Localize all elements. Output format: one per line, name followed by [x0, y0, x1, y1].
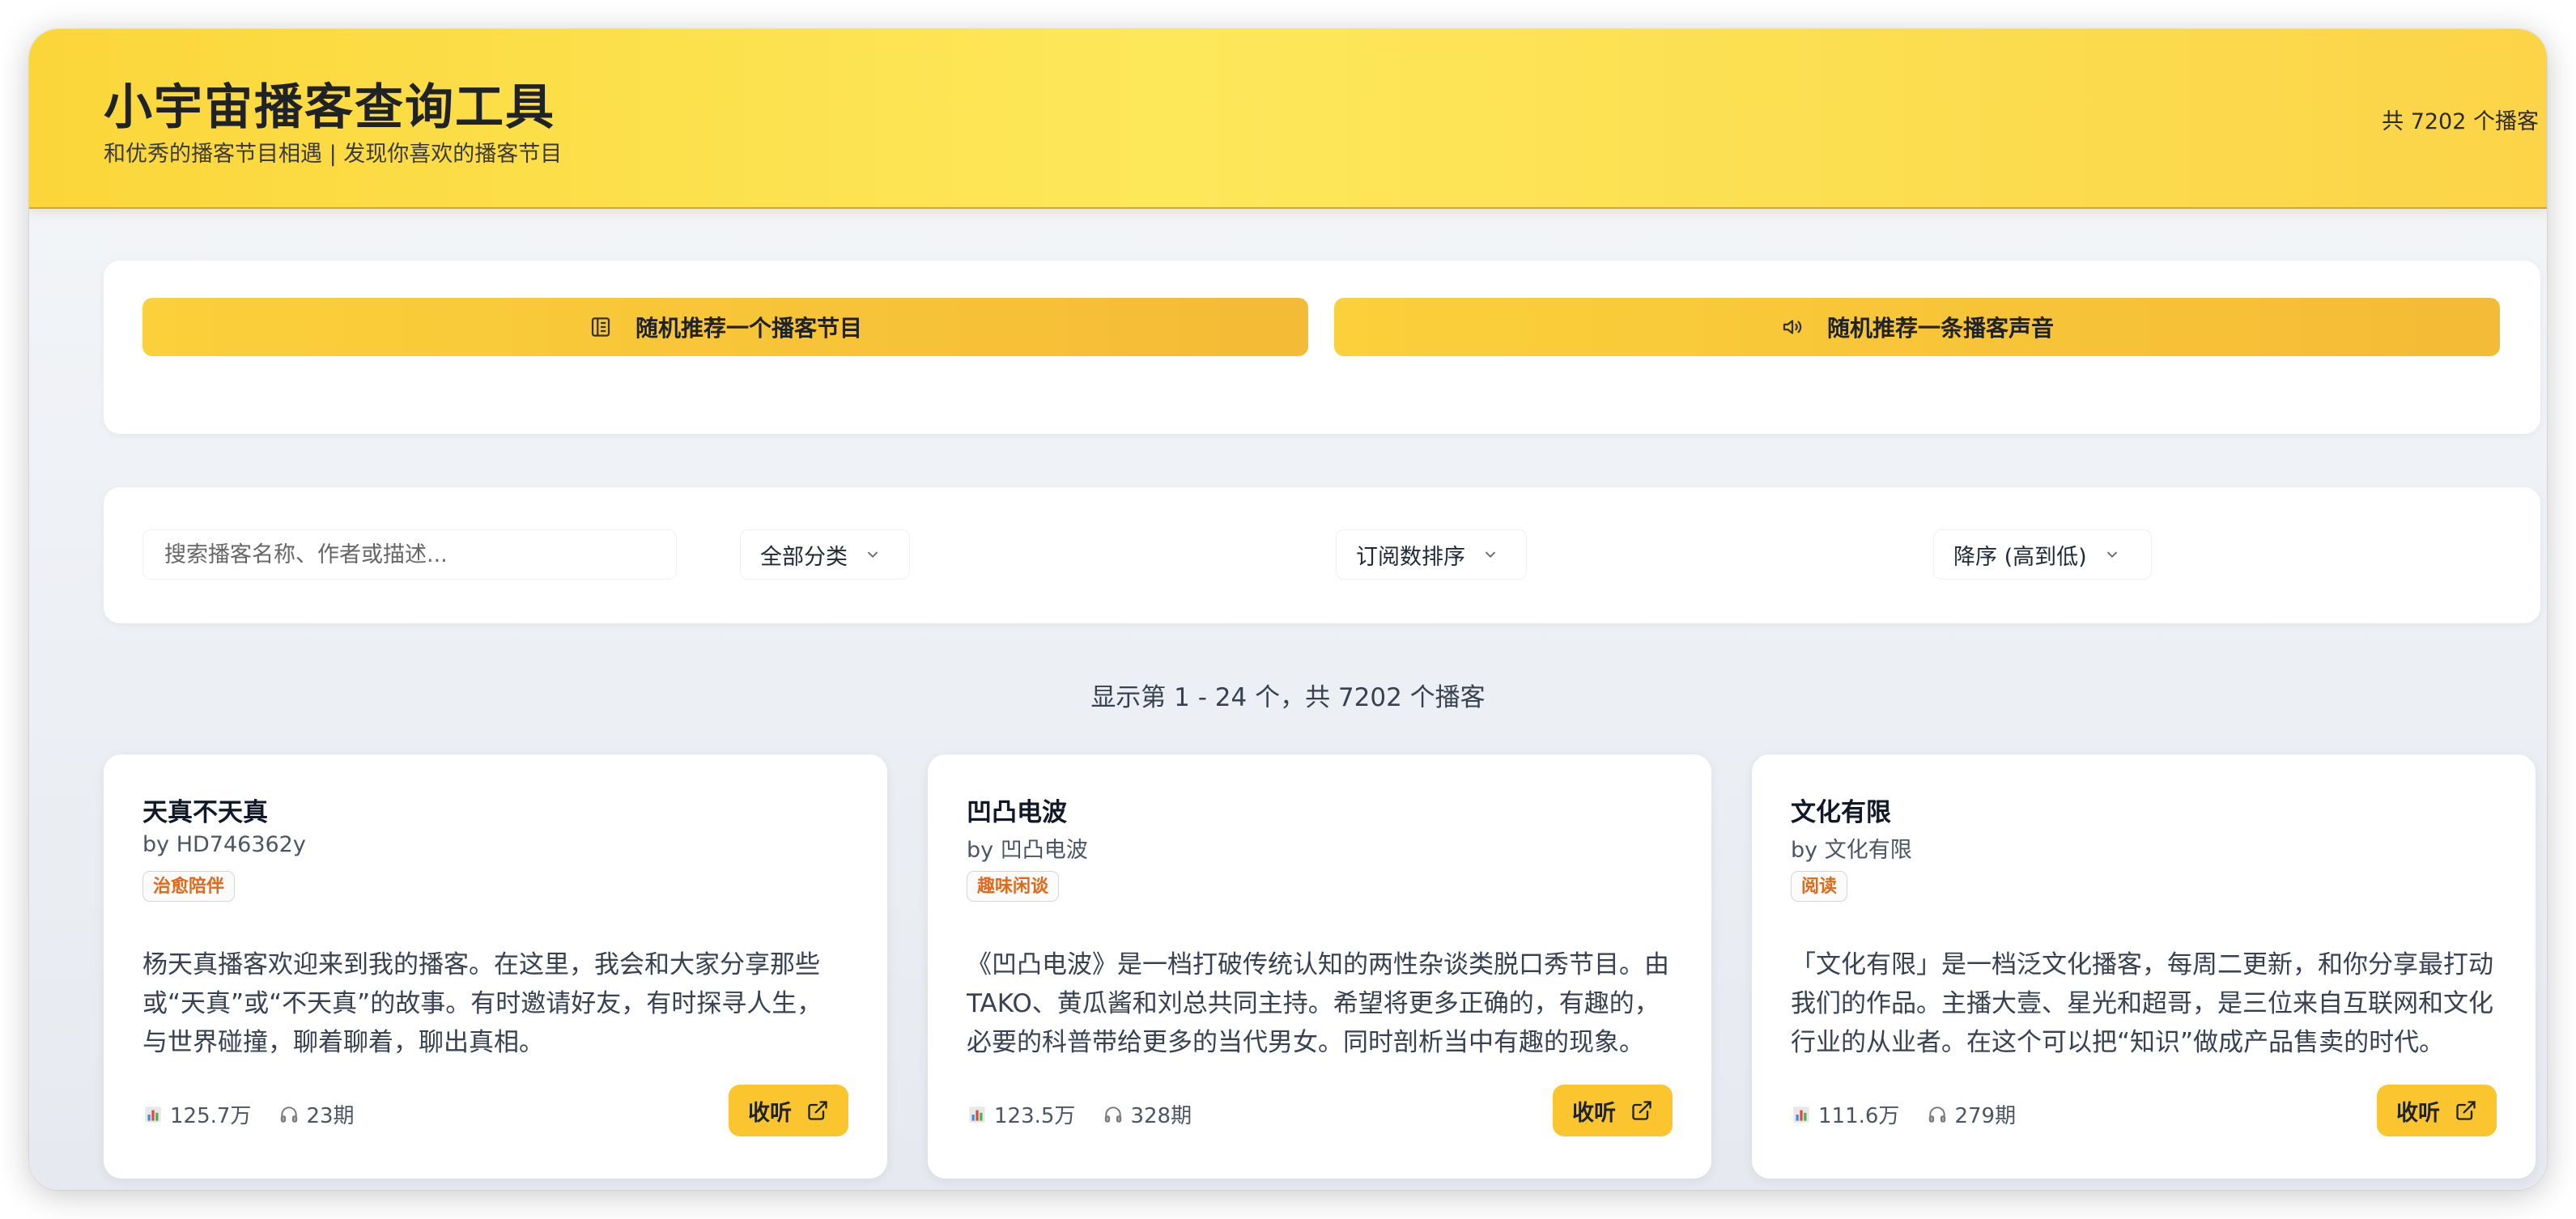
random-voice-button[interactable]: 随机推荐一条播客声音	[1334, 298, 2500, 356]
category-tag: 趣味闲谈	[967, 871, 1060, 902]
subscriber-stat: 125.7万	[142, 1099, 251, 1129]
episode-count: 328期	[1130, 1104, 1192, 1128]
order-select[interactable]: 降序 (高到低)	[1933, 529, 2152, 580]
podcast-card: 天真不天真 by HD746362y 治愈陪伴 杨天真播客欢迎来到我的播客。在这…	[104, 754, 887, 1179]
episode-count: 23期	[306, 1104, 355, 1128]
category-select[interactable]: 全部分类	[740, 529, 910, 580]
podcast-card: 凹凸电波 by 凹凸电波 趣味闲谈 《凹凸电波》是一档打破传统认知的两性杂谈类脱…	[928, 754, 1711, 1179]
headphones-icon	[1105, 1106, 1122, 1123]
random-voice-label: 随机推荐一条播客声音	[1826, 315, 2054, 342]
episode-count: 279期	[1954, 1104, 2017, 1128]
speaker-icon	[1783, 320, 1802, 334]
sort-select[interactable]: 订阅数排序	[1336, 529, 1527, 580]
podcast-description: 《凹凸电波》是一档打破传统认知的两性杂谈类脱口秀节目。由TAKO、黄瓜酱和刘总共…	[967, 950, 1669, 1057]
podcast-title: 凹凸电波	[967, 798, 1067, 827]
bar-chart-icon	[145, 1106, 161, 1123]
listen-button[interactable]: 收听	[729, 1085, 848, 1136]
chevron-down-icon	[1485, 551, 1496, 559]
sort-select-value: 订阅数排序	[1356, 544, 1465, 570]
subscriber-stat: 123.5万	[967, 1099, 1075, 1129]
episode-stat: 279期	[1927, 1099, 2016, 1129]
episode-stat: 23期	[278, 1099, 355, 1129]
category-tag: 阅读	[1791, 871, 1848, 902]
listen-label: 收听	[748, 1100, 792, 1126]
filter-panel: 全部分类 订阅数排序 降序 (高到低)	[104, 487, 2540, 623]
listen-button[interactable]: 收听	[1553, 1085, 1673, 1136]
random-podcast-button[interactable]: 随机推荐一个播客节目	[142, 298, 1308, 356]
chevron-down-icon	[867, 551, 878, 559]
listen-button[interactable]: 收听	[2377, 1085, 2497, 1136]
site-header: 小宇宙播客查询工具 和优秀的播客节目相遇 | 发现你喜欢的播客节目 共 7202…	[29, 29, 2547, 209]
external-link-icon	[1632, 1101, 1651, 1120]
category-select-value: 全部分类	[760, 544, 848, 570]
search-input[interactable]	[142, 529, 677, 580]
subscriber-stat: 111.6万	[1791, 1099, 1899, 1129]
podcast-author: by 文化有限	[1791, 838, 1912, 863]
episode-stat: 328期	[1103, 1099, 1192, 1129]
external-link-icon	[2456, 1101, 2476, 1120]
category-tag: 治愈陪伴	[142, 871, 236, 902]
random-recommend-panel: 随机推荐一个播客节目 随机推荐一条播客声音	[104, 261, 2540, 434]
subscriber-count: 111.6万	[1818, 1104, 1900, 1128]
headphones-icon	[1929, 1106, 1946, 1123]
site-subtitle: 和优秀的播客节目相遇 | 发现你喜欢的播客节目	[104, 142, 563, 167]
external-link-icon	[808, 1101, 827, 1120]
podcast-stats: 123.5万 328期	[967, 1099, 1192, 1129]
podcast-title: 文化有限	[1791, 798, 1891, 827]
total-podcast-count: 共 7202 个播客	[2382, 109, 2539, 134]
headphones-icon	[281, 1106, 298, 1123]
listen-label: 收听	[1572, 1100, 1616, 1126]
podcast-description: 「文化有限」是一档泛文化播客，每周二更新，和你分享最打动我们的作品。主播大壹、星…	[1791, 950, 2493, 1057]
site-title: 小宇宙播客查询工具	[104, 79, 555, 136]
podcast-stats: 125.7万 23期	[142, 1099, 355, 1129]
bar-chart-icon	[1793, 1106, 1809, 1123]
result-info: 显示第 1 - 24 个，共 7202 个播客	[1090, 683, 1486, 712]
podcast-author: by HD746362y	[142, 832, 306, 857]
listen-label: 收听	[2396, 1100, 2440, 1126]
order-select-value: 降序 (高到低)	[1953, 544, 2087, 570]
chevron-down-icon	[2106, 551, 2117, 559]
podcast-list-icon	[591, 317, 610, 337]
app-window: 小宇宙播客查询工具 和优秀的播客节目相遇 | 发现你喜欢的播客节目 共 7202…	[29, 29, 2547, 1190]
podcast-description: 杨天真播客欢迎来到我的播客。在这里，我会和大家分享那些或“天真”或“不天真”的故…	[142, 950, 823, 1057]
random-podcast-label: 随机推荐一个播客节目	[635, 315, 862, 342]
podcast-author: by 凹凸电波	[967, 838, 1088, 863]
podcast-stats: 111.6万 279期	[1791, 1099, 2016, 1129]
podcast-title: 天真不天真	[142, 798, 268, 827]
bar-chart-icon	[969, 1106, 985, 1123]
subscriber-count: 125.7万	[170, 1104, 252, 1128]
podcast-card: 文化有限 by 文化有限 阅读 「文化有限」是一档泛文化播客，每周二更新，和你分…	[1752, 754, 2536, 1179]
subscriber-count: 123.5万	[994, 1104, 1076, 1128]
